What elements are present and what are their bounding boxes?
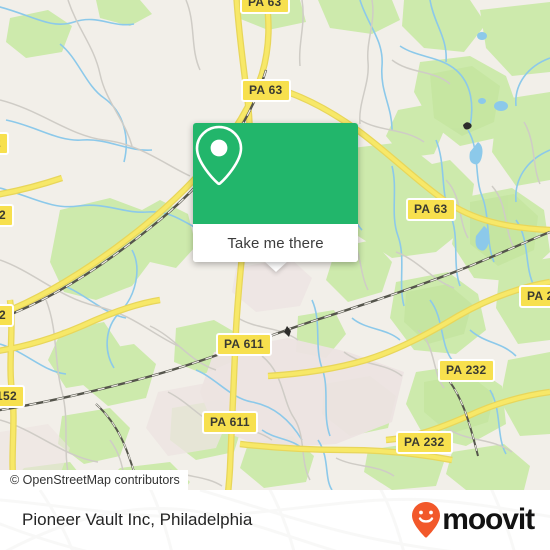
place-title-text: Pioneer Vault Inc, Philadelphia (22, 510, 253, 529)
road-shield-2-clipped: 2 (0, 132, 9, 155)
road-shield-pa2-clipped: PA 2 (519, 285, 550, 308)
moovit-smiley-pin-icon (412, 502, 441, 538)
road-shield-pa63-right: PA 63 (406, 198, 456, 221)
road-shield-pa611-lower: PA 611 (202, 411, 258, 434)
road-shield-pa63-top: PA 63 (240, 0, 290, 14)
take-me-there-label: Take me there (227, 234, 324, 252)
callout-pin-panel (193, 123, 358, 224)
take-me-there-button[interactable]: Take me there (193, 224, 358, 262)
road-shield-pa232-upper: PA 232 (438, 359, 495, 382)
road-shield-152-clipped: 152 (0, 385, 25, 408)
road-shield-52-upper-clipped: 52 (0, 204, 14, 227)
footer-bar: Pioneer Vault Inc, Philadelphia moovit (0, 490, 550, 550)
moovit-logo[interactable]: moovit (411, 490, 535, 550)
place-title: Pioneer Vault Inc, Philadelphia (22, 490, 252, 550)
road-shield-pa63-upper: PA 63 (241, 79, 291, 102)
osm-attribution[interactable]: © OpenStreetMap contributors (0, 470, 188, 490)
road-shield-52-lower-clipped: 52 (0, 304, 14, 327)
callout-tail (264, 261, 288, 272)
map-canvas[interactable]: PA 63 PA 63 PA 63 PA 611 PA 611 PA 232 P… (0, 0, 550, 490)
map-screenshot: PA 63 PA 63 PA 63 PA 611 PA 611 PA 232 P… (0, 0, 550, 550)
moovit-wordmark: moovit (442, 503, 535, 536)
road-shield-pa232-lower: PA 232 (396, 431, 453, 454)
road-shield-pa611-upper: PA 611 (216, 333, 272, 356)
map-pin-icon (195, 125, 243, 186)
location-callout-card[interactable]: Take me there (193, 123, 358, 262)
osm-attribution-text: © OpenStreetMap contributors (10, 473, 180, 487)
